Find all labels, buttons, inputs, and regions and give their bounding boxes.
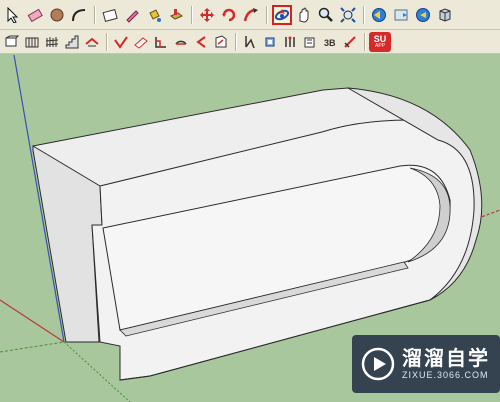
rotate-tool-icon[interactable]: [219, 5, 239, 25]
push-pull-tool-icon[interactable]: [166, 5, 186, 25]
fence-tool-icon[interactable]: [43, 33, 61, 51]
arc-tool-icon[interactable]: [69, 5, 89, 25]
3d-warehouse-tool-icon[interactable]: [413, 5, 433, 25]
toolbar-separator: [94, 5, 95, 24]
paint-bucket-tool-icon[interactable]: [144, 5, 164, 25]
orbit-tool-icon[interactable]: [272, 4, 292, 25]
roof-tool-icon[interactable]: [83, 33, 101, 51]
text-tool-icon[interactable]: [172, 33, 190, 51]
pan-tool-icon[interactable]: [294, 5, 314, 25]
watermark-title: 溜溜自学: [402, 348, 490, 370]
select-tool-icon[interactable]: [3, 5, 23, 25]
toolbar-separator: [191, 5, 192, 24]
previous-view-tool-icon[interactable]: [369, 5, 389, 25]
follow-me-tool-icon[interactable]: [241, 5, 261, 25]
watermark-badge: 溜溜自学 ZIXUE.3066.COM: [352, 335, 500, 393]
fog-tool-icon[interactable]: 3B: [321, 33, 339, 51]
main-toolbar: [0, 0, 500, 30]
toolbar-separator: [266, 5, 267, 24]
next-view-tool-icon[interactable]: [391, 5, 411, 25]
secondary-toolbar: 3B SU APP: [0, 30, 500, 54]
toolbar-separator: [235, 32, 236, 51]
circle-tool-icon[interactable]: [47, 5, 67, 25]
su-app-badge[interactable]: SU APP: [369, 31, 391, 52]
watermark-url: ZIXUE.3066.COM: [402, 370, 489, 380]
eraser-tool-icon[interactable]: [25, 5, 45, 25]
green-axis-left: [0, 341, 65, 353]
axes-tool-icon[interactable]: [192, 33, 210, 51]
look-around-tool-icon[interactable]: [281, 33, 299, 51]
section-plane-tool-icon[interactable]: [3, 33, 21, 51]
toolbar-separator: [106, 32, 107, 51]
dimension-tool-icon[interactable]: [132, 33, 150, 51]
walk-tool-icon[interactable]: [261, 33, 279, 51]
svg-text:3B: 3B: [324, 38, 336, 48]
3d-text-tool-icon[interactable]: [212, 33, 230, 51]
shadow-tool-icon[interactable]: [301, 33, 319, 51]
zoom-tool-icon[interactable]: [316, 5, 336, 25]
move-tool-icon[interactable]: [197, 5, 217, 25]
sandbox-tool-icon[interactable]: [341, 33, 359, 51]
zoom-extents-tool-icon[interactable]: [338, 5, 358, 25]
red-axis: [0, 299, 65, 343]
pencil-tool-icon[interactable]: [122, 5, 142, 25]
position-camera-tool-icon[interactable]: [241, 33, 259, 51]
watermark-play-icon: [361, 347, 395, 381]
toolbar-separator: [364, 32, 365, 51]
rectangle-tool-icon[interactable]: [100, 5, 120, 25]
su-app-badge-bottom: APP: [374, 42, 385, 49]
measure-tool-icon[interactable]: [112, 33, 130, 51]
walls-tool-icon[interactable]: [23, 33, 41, 51]
stairs-tool-icon[interactable]: [63, 33, 81, 51]
components-tool-icon[interactable]: [435, 5, 455, 25]
watermark-text: 溜溜自学 ZIXUE.3066.COM: [402, 348, 490, 380]
protractor-tool-icon[interactable]: [152, 33, 170, 51]
toolbar-separator: [363, 5, 364, 24]
